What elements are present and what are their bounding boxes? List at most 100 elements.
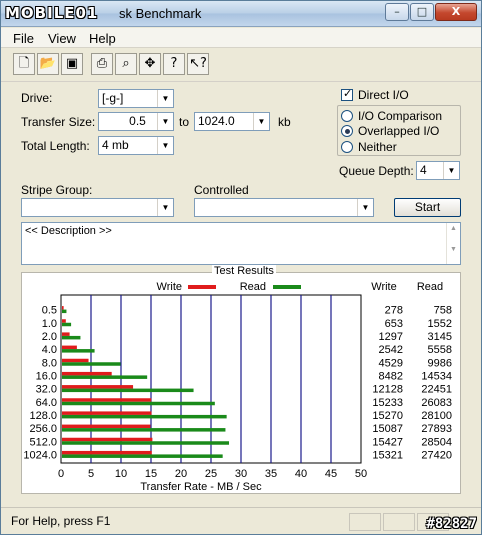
- transfer-size-from-select[interactable]: 0.5 ▼: [98, 112, 174, 131]
- queue-depth-label: Queue Depth:: [339, 164, 414, 178]
- y-tick-label: 64.0: [36, 397, 57, 409]
- write-bar: [62, 358, 89, 363]
- description-scrollbar[interactable]: ▲ ▼: [446, 223, 460, 264]
- neither-radio[interactable]: [341, 141, 353, 153]
- menu-help[interactable]: Help: [89, 31, 116, 46]
- description-text: << Description >>: [25, 225, 112, 237]
- watermark-logo: MOBILE01: [5, 4, 99, 22]
- controlled-label: Controlled: [194, 183, 249, 197]
- write-bar: [62, 306, 64, 310]
- write-value: 15233: [372, 397, 403, 409]
- y-tick-label: 512.0: [29, 436, 57, 448]
- open-icon[interactable]: 📂: [37, 53, 59, 75]
- write-value: 8482: [379, 370, 403, 382]
- maximize-button[interactable]: □: [410, 3, 434, 21]
- write-value: 1297: [379, 331, 403, 343]
- transfer-rate-chart: Write Read 0 5 10 15 20 25 30 35 40 45 50 Transfer R…: [23, 281, 452, 493]
- write-bar: [62, 424, 151, 429]
- read-value: 26083: [421, 397, 452, 409]
- status-pane-1: [349, 513, 381, 531]
- read-value: 28100: [421, 410, 452, 422]
- chevron-down-icon[interactable]: ▼: [357, 199, 373, 216]
- help-icon[interactable]: ?: [163, 53, 185, 75]
- print-icon[interactable]: ⎙: [91, 53, 113, 75]
- chevron-down-icon[interactable]: ▼: [253, 113, 269, 130]
- x-tick-label: 20: [175, 468, 187, 480]
- legend-read-swatch: [273, 285, 301, 289]
- chevron-down-icon[interactable]: ▼: [443, 162, 459, 179]
- direct-io-checkbox[interactable]: [341, 87, 353, 101]
- chevron-down-icon[interactable]: ▼: [157, 90, 173, 107]
- write-bar: [62, 398, 152, 402]
- kb-unit-label: kb: [278, 115, 291, 129]
- chevron-down-icon[interactable]: ▼: [157, 137, 173, 154]
- total-length-value: 4 mb: [102, 138, 129, 152]
- context-help-icon[interactable]: ↖?: [187, 53, 209, 75]
- controlled-select[interactable]: ▼: [194, 198, 374, 217]
- legend-write-label: Write: [157, 281, 182, 293]
- read-bar: [62, 441, 230, 445]
- stripe-group-select[interactable]: ▼: [21, 198, 174, 217]
- overlapped-io-radio[interactable]: [341, 125, 353, 137]
- x-tick-label: 30: [235, 468, 247, 480]
- read-bar: [62, 414, 227, 419]
- watermark-id: #82827: [426, 516, 477, 532]
- x-tick-label: 45: [325, 468, 337, 480]
- read-bar: [62, 309, 67, 314]
- menu-bar: File View Help: [1, 28, 481, 48]
- save-icon[interactable]: ▣: [61, 53, 83, 75]
- drive-select[interactable]: [-g-] ▼: [98, 89, 174, 108]
- menu-file[interactable]: File: [13, 31, 34, 46]
- write-bar: [62, 450, 152, 455]
- write-bar: [62, 371, 112, 376]
- move-icon[interactable]: ✥: [139, 53, 161, 75]
- write-value: 15427: [372, 436, 403, 448]
- read-bar: [62, 388, 194, 393]
- x-tick-label: 35: [265, 468, 277, 480]
- status-bar: For Help, press F1 #82827: [1, 507, 481, 534]
- total-length-select[interactable]: 4 mb ▼: [98, 136, 174, 155]
- transfer-from-value: 0.5: [129, 114, 146, 128]
- window-title: sk Benchmark: [119, 6, 202, 21]
- write-bar: [62, 385, 134, 389]
- new-icon[interactable]: 🗋: [13, 53, 35, 75]
- read-value: 3145: [428, 331, 452, 343]
- read-bar: [62, 362, 121, 366]
- neither-label: Neither: [358, 140, 397, 154]
- queue-depth-select[interactable]: 4 ▼: [416, 161, 460, 180]
- read-value: 28504: [421, 436, 452, 448]
- write-value: 278: [385, 305, 403, 317]
- write-value: 15270: [372, 410, 403, 422]
- write-bar: [62, 345, 77, 350]
- read-bar: [62, 349, 95, 353]
- chevron-down-icon[interactable]: ▼: [157, 199, 173, 216]
- y-tick-label: 8.0: [42, 357, 57, 369]
- x-tick-label: 10: [115, 468, 127, 480]
- close-button[interactable]: X: [435, 3, 477, 21]
- drive-value: [-g-]: [102, 91, 124, 105]
- y-tick-label: 128.0: [29, 410, 57, 422]
- write-value: 15087: [372, 423, 403, 435]
- io-comparison-radio[interactable]: [341, 110, 353, 122]
- title-bar[interactable]: MOBILE01 sk Benchmark – □ X: [1, 1, 481, 27]
- minimize-button[interactable]: –: [385, 3, 409, 21]
- menu-view[interactable]: View: [48, 31, 76, 46]
- chevron-down-icon[interactable]: ▼: [157, 113, 173, 130]
- print-preview-icon[interactable]: ⌕: [115, 53, 137, 75]
- write-column-header: Write: [371, 281, 396, 293]
- read-bar: [62, 375, 148, 379]
- test-results-panel: Test Results Write Read 0 5 10 15 20 25 30 35 40 4…: [21, 265, 461, 494]
- x-tick-label: 5: [88, 468, 94, 480]
- status-pane-2: [383, 513, 415, 531]
- direct-io-label: Direct I/O: [358, 88, 409, 102]
- read-column-header: Read: [417, 281, 443, 293]
- y-tick-label: 16.0: [36, 370, 57, 382]
- main-panel: Drive: [-g-] ▼ Transfer Size: 0.5 ▼ to 1…: [1, 81, 481, 507]
- description-box[interactable]: << Description >> ▲ ▼: [21, 222, 461, 265]
- x-axis-label: Transfer Rate - MB / Sec: [140, 481, 262, 493]
- read-value: 22451: [421, 384, 452, 396]
- start-button[interactable]: Start: [394, 198, 461, 217]
- status-text: For Help, press F1: [11, 514, 111, 528]
- write-value: 2542: [379, 344, 403, 356]
- transfer-size-to-select[interactable]: 1024.0 ▼: [194, 112, 270, 131]
